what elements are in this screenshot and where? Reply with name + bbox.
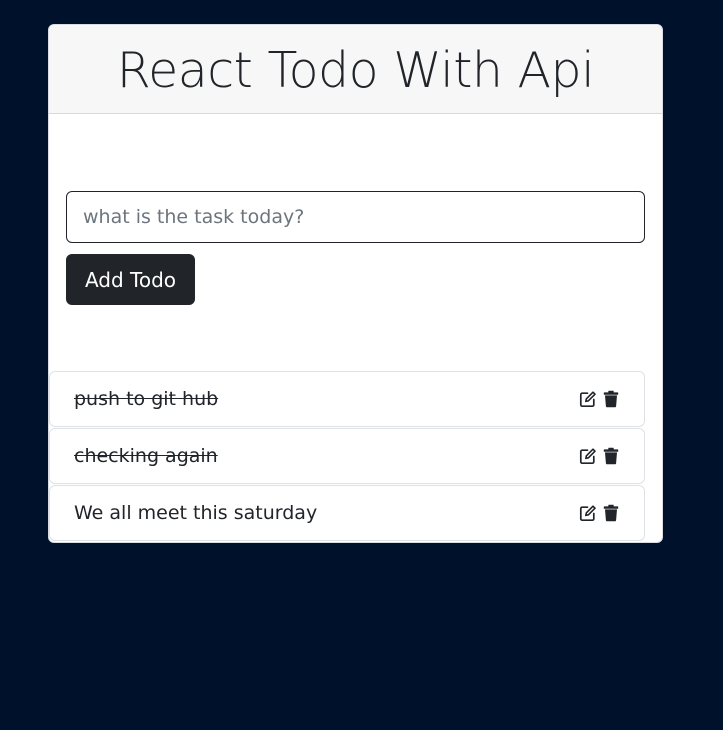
edit-icon[interactable] — [578, 389, 598, 409]
todo-item: push to git hub — [49, 371, 645, 427]
add-todo-button[interactable]: Add Todo — [66, 254, 195, 305]
todo-list: push to git hub checking again We all me… — [49, 371, 645, 542]
trash-icon[interactable] — [601, 389, 621, 409]
todo-actions — [578, 446, 621, 466]
edit-icon[interactable] — [578, 503, 598, 523]
edit-icon[interactable] — [578, 446, 598, 466]
todo-actions — [578, 503, 621, 523]
todo-card: React Todo With Api Add Todo push to git… — [48, 24, 663, 543]
todo-item: We all meet this saturday — [49, 485, 645, 541]
trash-icon[interactable] — [601, 503, 621, 523]
card-header: React Todo With Api — [49, 25, 662, 114]
todo-item: checking again — [49, 428, 645, 484]
todo-text[interactable]: push to git hub — [74, 388, 218, 410]
todo-text[interactable]: We all meet this saturday — [74, 502, 317, 524]
task-input[interactable] — [66, 191, 645, 243]
trash-icon[interactable] — [601, 446, 621, 466]
page-title: React Todo With Api — [116, 41, 595, 99]
todo-actions — [578, 389, 621, 409]
todo-text[interactable]: checking again — [74, 445, 218, 467]
